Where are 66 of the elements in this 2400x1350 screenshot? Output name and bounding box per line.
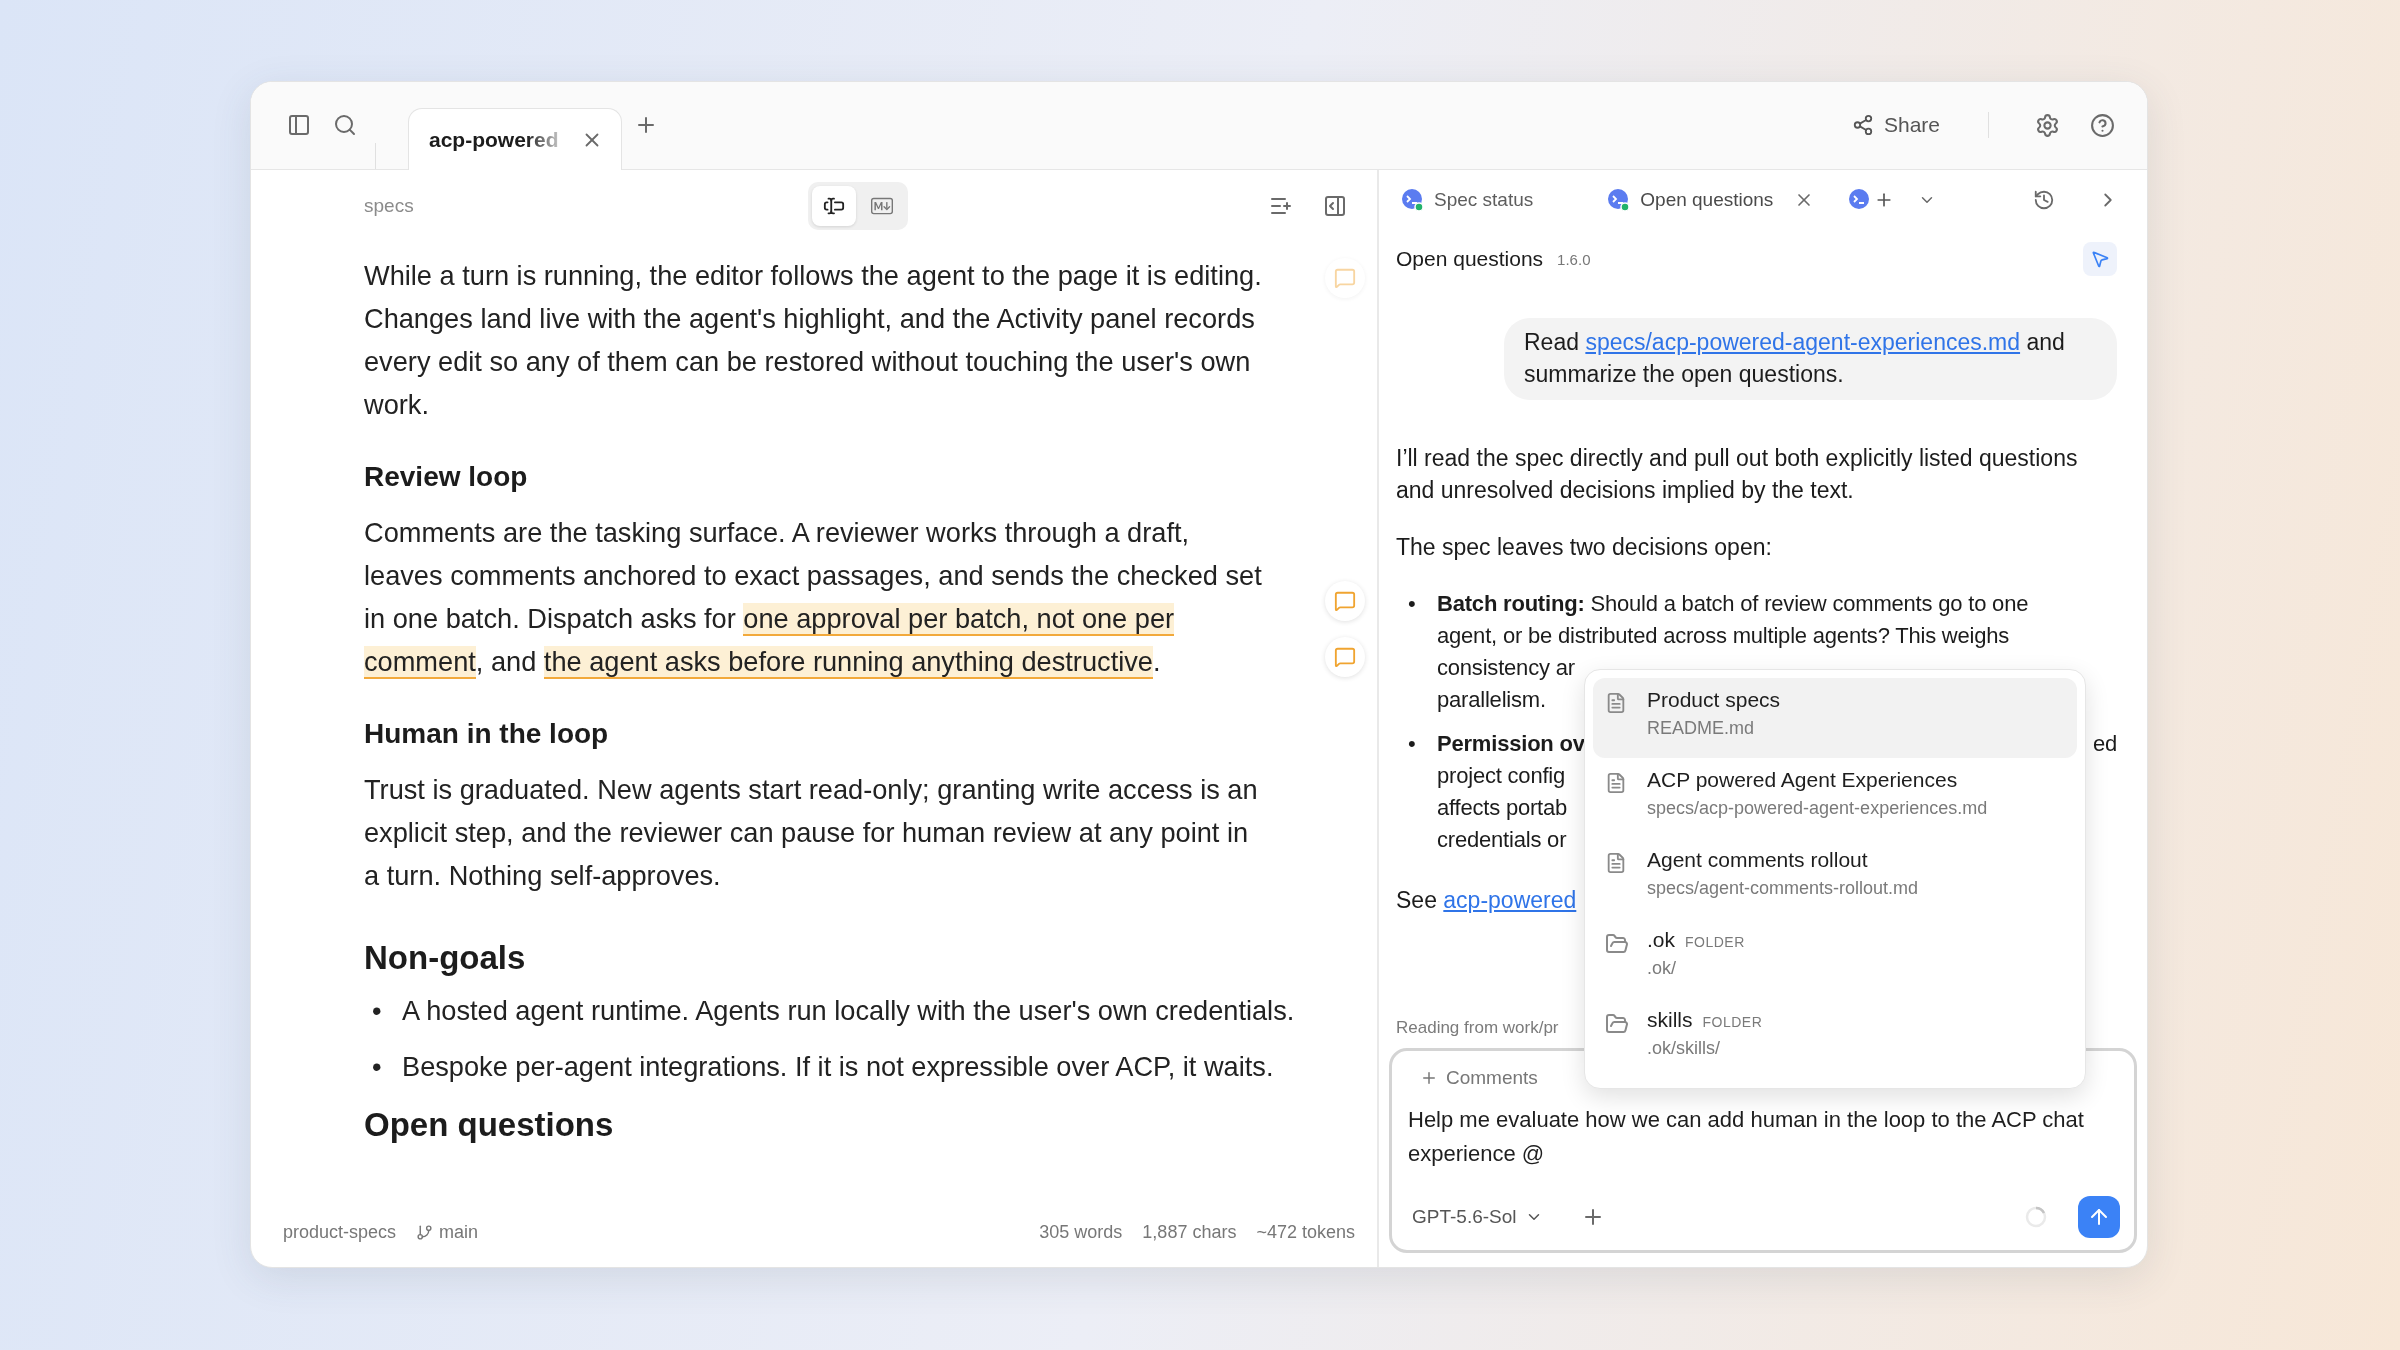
comment-icon (1334, 590, 1356, 612)
bullet-marker: • (372, 1050, 383, 1084)
mention-item[interactable]: Agent comments rollout specs/agent-comments-rollout.md (1593, 838, 2077, 918)
share-icon (1851, 114, 1874, 136)
bullet-text: agent, or be distributed across multiple agents? This weighs (1437, 622, 2010, 650)
paragraph: While a turn is running, the editor follows the agent to the page it is editing. Changes land live with the agent's highlight, and the Activity panel records every edit so any of them can be restored without touching the user's own work. (364, 259, 1263, 422)
section-heading: Review loop (364, 460, 529, 494)
bullet-text: project config (1437, 762, 1566, 790)
token-count: ~472 tokens (1256, 1221, 1355, 1243)
bullet-marker: • (372, 994, 383, 1028)
bullet-marker: • (1408, 730, 1417, 758)
activity-status: Reading from work/pr (1396, 1018, 1559, 1038)
comment-icon (1334, 267, 1356, 289)
agent-avatar-icon (1401, 188, 1425, 212)
chat-tab[interactable]: Spec status (1401, 188, 1534, 212)
model-selector[interactable]: GPT-5.6-Sol (1408, 1206, 1547, 1228)
word-count: 305 words (1039, 1221, 1123, 1243)
bullet-text: credentials or (1437, 826, 1567, 854)
bullet-marker: • (1408, 590, 1417, 618)
section-heading: Non-goals (364, 938, 527, 978)
project-name: product-specs (283, 1221, 397, 1243)
bullet-text: Permission ov (1437, 730, 1585, 758)
bullet-text: affects portab (1437, 794, 1568, 822)
mention-item[interactable]: skills FOLDER .ok/skills/ (1593, 998, 2077, 1078)
document-tab[interactable]: acp-powered (408, 108, 622, 170)
agent-avatar-icon (1607, 188, 1632, 212)
send-button[interactable] (2078, 1196, 2120, 1238)
bullet-text: Batch routing: Should a batch of review comments go to one (1437, 590, 2029, 618)
char-count: 1,887 chars (1142, 1221, 1237, 1243)
assistant-text: See (1396, 887, 1438, 913)
file-icon (1605, 852, 1627, 874)
mention-item[interactable]: Product specs README.md (1593, 678, 2077, 758)
chat-title: Open questions (1396, 247, 1544, 271)
rich-text-view-button[interactable] (811, 185, 856, 226)
file-link[interactable]: acp-powered (1443, 887, 1577, 913)
bullet-text: parallelism. (1437, 686, 1546, 714)
list-item: Bespoke per-agent integrations. If it is not expressible over ACP, it waits. (402, 1050, 1275, 1084)
folder-icon (1605, 932, 1629, 956)
paragraph: Comments are the tasking surface. A reviewer works through a draft, leaves comments anchored to exact passages, and sends the checked set in one batch. Dispatch asks for one approval per batch, not one per comment, and the agent asks before running anything destructive. (364, 516, 1263, 681)
loading-spinner-icon (2024, 1205, 2048, 1229)
paragraph: Trust is graduated. New agents start read-only; granting write access is an explicit step, and the reviewer can pause for human review at any point in a turn. Nothing self-approves. (364, 773, 1259, 893)
comment-icon (1334, 646, 1356, 668)
branch-label[interactable]: main (416, 1221, 479, 1243)
message-input[interactable]: Help me evaluate how we can add human in the loop to the ACP chat experience @ (1408, 1103, 2120, 1171)
mention-item[interactable]: ACP powered Agent Experiences specs/acp-powered-agent-experiences.md (1593, 758, 2077, 838)
section-heading: Human in the loop (364, 717, 610, 751)
folder-icon (1605, 1012, 1629, 1036)
file-icon (1605, 692, 1627, 714)
list-item: A hosted agent runtime. Agents run locally with the user's own credentials. (402, 994, 1296, 1028)
mention-item[interactable]: .ok FOLDER .ok/ (1593, 918, 2077, 998)
user-message: Read specs/acp-powered-agent-experiences.md and summarize the open questions. (1504, 318, 2117, 400)
comments-chip[interactable]: Comments (1408, 1063, 1550, 1093)
plus-icon (1420, 1069, 1438, 1087)
version-label: 1.6.0 (1557, 250, 1591, 268)
file-link[interactable]: specs/acp-powered-agent-experiences.md (1585, 329, 2021, 355)
bullet-text: ed (2092, 730, 2117, 758)
share-button[interactable]: Share (1845, 112, 1946, 138)
file-icon (1605, 772, 1627, 794)
assistant-text: The spec leaves two decisions open: (1396, 533, 1773, 562)
cursor-button[interactable] (2083, 242, 2117, 276)
section-heading: Open questions (364, 1105, 615, 1145)
bullet-text: consistency ar (1437, 654, 1575, 682)
assistant-text: I’ll read the spec directly and pull out both explicitly listed questions and unresolved decisions implied by the text. (1396, 444, 2079, 505)
cursor-icon (2090, 249, 2110, 269)
branch-icon (416, 1223, 434, 1241)
chat-tab[interactable]: Open questions (1607, 186, 1819, 214)
